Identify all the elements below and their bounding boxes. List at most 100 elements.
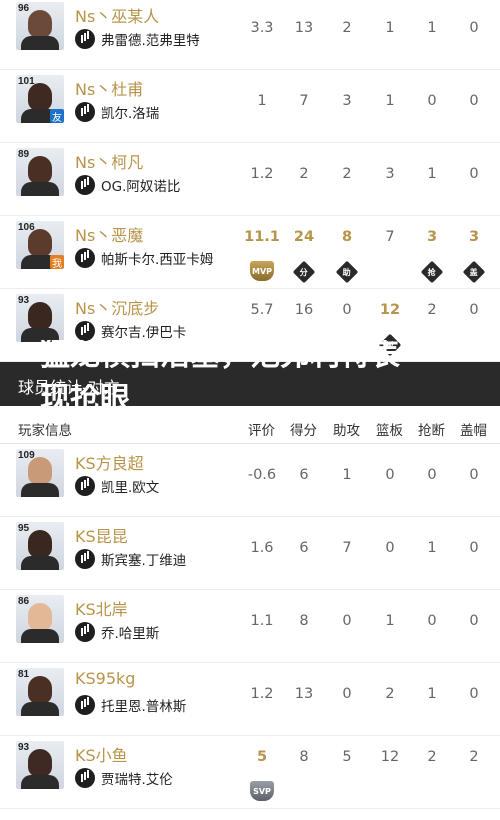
table-row[interactable]: 106 我 Ns丶恶魔 帕斯卡尔.西亚卡姆 11.1 MVP 24 分 8 助 7 3 抢 3 盖 [0, 216, 500, 289]
stat-pts: 2 [299, 166, 309, 182]
stat-ast: 0 [342, 686, 352, 702]
avatar-jersey [21, 702, 59, 716]
avatar-head [28, 749, 52, 777]
stat-blk: 0 [469, 613, 479, 629]
stat-stl: 1 [427, 540, 437, 556]
stat-pts: 24 [293, 229, 315, 245]
stat-reb: 2 [385, 686, 395, 702]
player-name[interactable]: KS95kg [75, 669, 135, 688]
player-tag-badge: 友 [50, 109, 64, 123]
stat-rating: 11.1 [244, 229, 280, 245]
stat-pts: 16 [294, 302, 314, 318]
stat-blk: 0 [469, 20, 479, 36]
table-header: 玩家信息 评价 得分 助攻 篮板 抢断 盖帽 [0, 410, 500, 444]
player-avatar[interactable]: 101 友 [16, 75, 64, 123]
achievement-badge-icon: 助 [335, 260, 359, 284]
avatar-head [28, 530, 52, 558]
player-name[interactable]: Ns丶杜甫 [75, 76, 143, 100]
player-name[interactable]: KS方良超 [75, 450, 144, 474]
player-overall: 109 [18, 450, 35, 461]
player-name[interactable]: KS昆昆 [75, 523, 128, 547]
player-avatar[interactable]: 89 [16, 148, 64, 196]
signal-icon [75, 321, 95, 341]
table-row[interactable]: 101 友 Ns丶杜甫 凯尔.洛瑞 1 7 3 1 0 0 [0, 70, 500, 143]
svp-badge-icon: SVP [250, 781, 274, 801]
stat-stl: 1 [427, 20, 437, 36]
signal-icon [75, 248, 95, 268]
stat-rating: -0.6 [247, 467, 277, 483]
table-row[interactable]: 81 KS95kg 托里恩.普林斯 1.2 13 0 2 1 0 [0, 663, 500, 736]
player-overall: 89 [18, 149, 30, 160]
player-name[interactable]: Ns丶柯凡 [75, 149, 143, 173]
stat-reb: 7 [385, 229, 395, 245]
player-name[interactable]: KS小鱼 [75, 742, 128, 766]
stat-rating: 1.2 [250, 686, 274, 702]
player-avatar[interactable]: 109 [16, 449, 64, 497]
player-overall: 86 [18, 596, 30, 607]
avatar-head [28, 302, 52, 330]
player-name[interactable]: Ns丶巫某人 [75, 3, 159, 27]
stat-reb: 3 [385, 166, 395, 182]
stat-stl: 2 [427, 302, 437, 318]
header-rebounds: 篮板 [376, 423, 403, 439]
signal-icon [75, 102, 95, 122]
stat-stl: 0 [427, 93, 437, 109]
signal-icon [75, 695, 95, 715]
table-row[interactable]: 89 Ns丶柯凡 OG.阿奴诺比 1.2 2 2 3 1 0 [0, 143, 500, 216]
avatar-jersey [21, 556, 59, 570]
nba-player-name: 凯里.欧文 [101, 480, 160, 496]
stat-ast: 0 [342, 302, 352, 318]
stat-rating: 1 [257, 93, 267, 109]
avatar-jersey [21, 629, 59, 643]
player-avatar[interactable]: 95 [16, 522, 64, 570]
achievement-badge-icon: 抢 [420, 260, 444, 284]
player-avatar[interactable]: 106 我 [16, 221, 64, 269]
stat-ast: 5 [342, 749, 352, 765]
avatar-jersey [21, 36, 59, 50]
stat-rating: 5.7 [250, 302, 274, 318]
player-avatar[interactable]: 81 [16, 668, 64, 716]
player-avatar[interactable]: 86 [16, 595, 64, 643]
table-row[interactable]: 96 Ns丶巫某人 弗雷德.范弗里特 3.3 13 2 1 1 0 [0, 0, 500, 70]
player-avatar[interactable]: 96 [16, 2, 64, 50]
signal-icon [75, 29, 95, 49]
table-row[interactable]: 86 KS北岸 乔.哈里斯 1.1 8 0 1 0 0 [0, 590, 500, 663]
stat-ast: 2 [342, 20, 352, 36]
stat-rating: 1.2 [250, 166, 274, 182]
player-name[interactable]: KS北岸 [75, 596, 128, 620]
stat-blk: 0 [469, 686, 479, 702]
header-points: 得分 [290, 423, 317, 439]
stat-pts: 8 [299, 749, 309, 765]
player-name[interactable]: Ns丶沉底步 [75, 295, 159, 319]
stat-ast: 7 [342, 540, 352, 556]
mvp-badge-icon: MVP [250, 261, 274, 281]
table-row[interactable]: 109 KS方良超 凯里.欧文 -0.6 6 1 0 0 0 [0, 444, 500, 517]
stat-reb: 12 [379, 302, 401, 318]
avatar-head [28, 457, 52, 485]
avatar-head [28, 83, 52, 111]
table-row[interactable]: 95 KS昆昆 斯宾塞.丁维迪 1.6 6 7 0 1 0 [0, 517, 500, 590]
stat-blk: 0 [469, 302, 479, 318]
stat-reb: 12 [380, 749, 400, 765]
avatar-head [28, 603, 52, 631]
avatar-jersey [21, 182, 59, 196]
stat-stl: 0 [427, 613, 437, 629]
nba-player-name: 斯宾塞.丁维迪 [101, 553, 187, 569]
player-avatar[interactable]: 93 [16, 294, 64, 342]
player-name[interactable]: Ns丶恶魔 [75, 222, 143, 246]
header-player: 玩家信息 [18, 423, 72, 439]
stat-stl: 0 [427, 467, 437, 483]
player-avatar[interactable]: 93 [16, 741, 64, 789]
stat-blk: 2 [469, 749, 479, 765]
stat-rating: 1.1 [250, 613, 274, 629]
stat-ast: 0 [342, 613, 352, 629]
achievement-badge-label: 盖 [470, 267, 478, 277]
stat-blk: 0 [469, 467, 479, 483]
header-rating: 评价 [248, 423, 275, 439]
stat-blk: 0 [469, 540, 479, 556]
stat-pts: 13 [294, 20, 314, 36]
player-tag-badge: 我 [50, 255, 64, 269]
table-row[interactable]: 93 KS小鱼 贾瑞特.艾伦 5 SVP 8 5 12 2 2 [0, 736, 500, 809]
section-title: 球员统计-对方 [18, 378, 120, 397]
signal-icon [75, 622, 95, 642]
